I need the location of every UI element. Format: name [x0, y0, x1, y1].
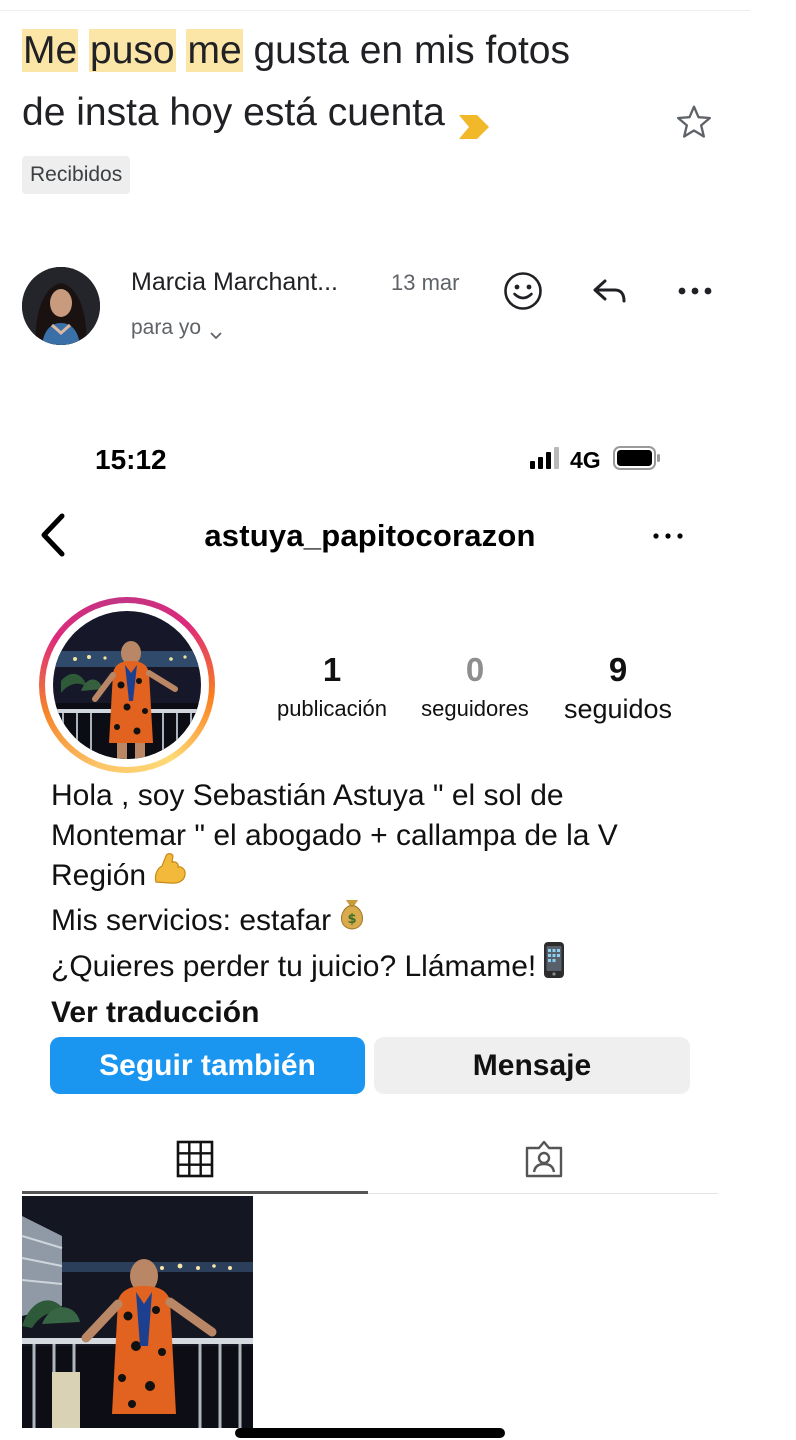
- bio-line-with-emoji: Mis servicios: estafar $: [51, 897, 711, 945]
- follow-button[interactable]: Seguir también: [50, 1037, 365, 1094]
- mobile-phone-emoji: [542, 941, 566, 990]
- sender-avatar[interactable]: [22, 267, 100, 345]
- email-subject: Me puso me gusta en mis fotos de insta h…: [22, 20, 662, 144]
- more-icon[interactable]: [650, 527, 686, 545]
- sender-name[interactable]: Marcia Marchant...: [131, 268, 338, 297]
- bio-text: ¿Quieres perder tu juicio? Llámame!: [51, 950, 537, 984]
- message-button[interactable]: Mensaje: [374, 1037, 690, 1094]
- header-divider: [0, 10, 750, 11]
- flexed-biceps-emoji: [152, 852, 188, 897]
- grid-icon: [176, 1140, 214, 1183]
- bio-line-with-emoji: Región: [51, 852, 711, 900]
- subject-highlight: puso: [89, 29, 176, 72]
- following-stat[interactable]: 9 seguidos: [548, 650, 688, 724]
- money-bag-emoji: $: [337, 897, 367, 942]
- following-label: seguidos: [563, 694, 673, 724]
- recipient-label: para yo: [131, 316, 202, 339]
- active-tab-indicator: [22, 1191, 368, 1194]
- tab-posts-grid[interactable]: [22, 1130, 368, 1192]
- profile-photo: [53, 611, 201, 759]
- email-date: 13 mar: [391, 270, 460, 295]
- subject-text: de insta hoy está cuenta: [22, 91, 445, 134]
- status-time: 15:12: [95, 444, 167, 475]
- see-translation-link[interactable]: Ver traducción: [51, 993, 711, 1033]
- following-count: 9: [608, 651, 628, 688]
- more-options-icon[interactable]: [672, 268, 718, 314]
- posts-label: publicación: [276, 696, 388, 721]
- signal-icon: [530, 446, 564, 474]
- star-icon[interactable]: [674, 102, 714, 142]
- followers-count: 0: [465, 651, 485, 688]
- profile-bio: Hola , soy Sebastián Astuya " el sol de …: [51, 776, 711, 1032]
- inbox-label-chip[interactable]: Recibidos: [22, 156, 131, 194]
- bio-text: Región: [51, 859, 147, 893]
- network-type: 4G: [570, 446, 601, 473]
- tagged-icon: [524, 1139, 564, 1184]
- posts-count: 1: [322, 651, 342, 688]
- recipient-details[interactable]: para yo: [131, 316, 223, 340]
- tab-tagged[interactable]: [371, 1130, 717, 1192]
- followers-label: seguidores: [421, 696, 529, 721]
- subject-text: gusta en mis fotos: [253, 29, 570, 72]
- bio-line: Montemar " el abogado + callampa de la V: [51, 818, 618, 852]
- profile-story-ring[interactable]: [39, 597, 215, 773]
- svg-text:$: $: [348, 912, 357, 927]
- subject-highlight: Me: [22, 29, 79, 72]
- posts-stat[interactable]: 1 publicación: [262, 650, 402, 724]
- subject-highlight: me: [186, 29, 243, 72]
- home-indicator: [235, 1428, 505, 1438]
- post-thumbnail[interactable]: [22, 1196, 253, 1428]
- bio-line: Hola , soy Sebastián Astuya " el sol de: [51, 779, 564, 812]
- profile-username: astuya_papitocorazon: [204, 518, 536, 553]
- status-bar-right: 4G: [530, 445, 661, 475]
- battery-icon: [612, 445, 661, 475]
- bio-text: Mis servicios: estafar: [51, 903, 332, 937]
- back-chevron-icon[interactable]: [36, 512, 70, 558]
- followers-stat[interactable]: 0 seguidores: [405, 650, 545, 724]
- bio-line-with-emoji: ¿Quieres perder tu juicio? Llámame!: [51, 941, 711, 993]
- tab-divider: [368, 1193, 718, 1194]
- emoji-reaction-icon[interactable]: [500, 268, 546, 314]
- reply-icon[interactable]: [586, 268, 632, 314]
- chevron-down-icon: [209, 323, 223, 340]
- important-marker-icon[interactable]: [457, 98, 491, 139]
